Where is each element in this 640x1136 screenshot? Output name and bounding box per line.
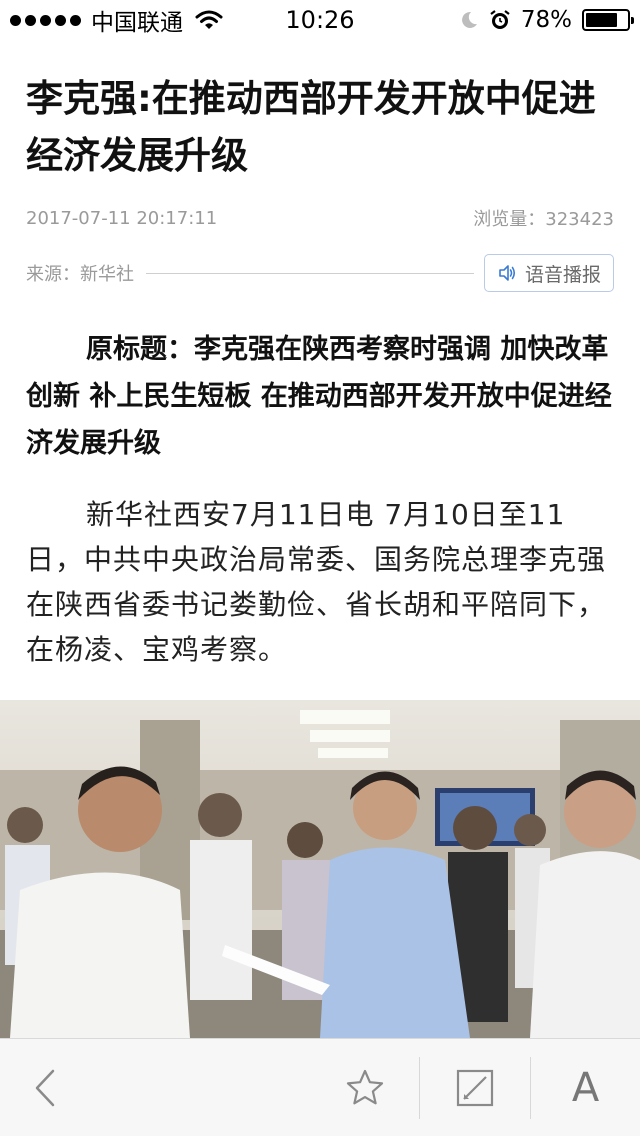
article-meta: 2017-07-11 20:17:11 浏览量：323423 (26, 204, 614, 232)
status-bar: 中国联通 10:26 78% (0, 0, 640, 40)
divider (146, 272, 474, 274)
battery-percent: 78% (520, 7, 572, 33)
article-paragraph: 新华社西安7月11日电 7月10日至11日，中共中央政治局常委、国务院总理李克强… (26, 492, 616, 672)
article-photo[interactable] (0, 700, 640, 1038)
voice-broadcast-label: 语音播报 (524, 263, 601, 286)
star-icon (346, 1069, 384, 1105)
original-title: 原标题：李克强在陕西考察时强调 加快改革创新 补上民生短板 在推动西部开发开放中… (26, 326, 616, 467)
back-button[interactable] (0, 1039, 90, 1136)
battery-level (586, 13, 618, 27)
view-count-label: 浏览量： (473, 209, 546, 230)
bottom-toolbar: A (0, 1038, 640, 1136)
article-source: 来源：新华社 (26, 264, 134, 285)
source-row: 来源：新华社 语音播报 (26, 254, 614, 292)
do-not-disturb-icon (461, 11, 477, 28)
article-paragraph-text: 新华社西安7月11日电 7月10日至11日，中共中央政治局常委、国务院总理李克强… (26, 498, 607, 666)
view-count-value: 323423 (545, 209, 614, 230)
carrier-name: 中国联通 (91, 10, 183, 36)
favorite-button[interactable] (310, 1039, 420, 1136)
view-count: 浏览量：323423 (473, 205, 614, 231)
font-size-label: A (571, 1065, 600, 1111)
edit-button[interactable] (420, 1039, 530, 1136)
speaker-icon (499, 265, 516, 281)
chevron-left-icon (35, 1069, 55, 1107)
signal-strength-icon (10, 14, 81, 26)
photo-illustration (0, 700, 640, 1038)
original-title-text: 原标题：李克强在陕西考察时强调 加快改革创新 补上民生短板 在推动西部开发开放中… (26, 334, 612, 459)
publish-datetime: 2017-07-11 20:17:11 (26, 207, 218, 229)
font-size-button[interactable]: A (531, 1039, 640, 1136)
edit-icon (456, 1069, 494, 1107)
battery-icon (582, 9, 634, 31)
alarm-icon (490, 10, 510, 29)
article-title: 李克强:在推动西部开发开放中促进经济发展升级 (26, 77, 596, 177)
wifi-icon (195, 10, 223, 29)
voice-broadcast-button[interactable]: 语音播报 (484, 254, 614, 292)
